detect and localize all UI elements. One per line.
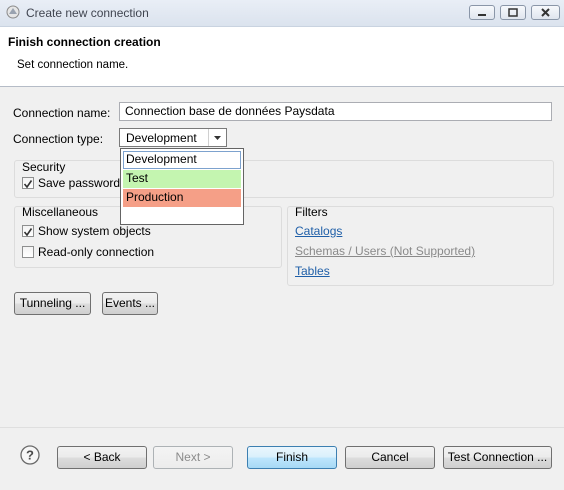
- security-title: Security: [22, 160, 66, 174]
- wizard-header: Finish connection creation Set connectio…: [0, 27, 564, 87]
- catalogs-link[interactable]: Catalogs: [295, 224, 342, 238]
- chevron-down-icon: [208, 129, 221, 146]
- close-button[interactable]: [531, 5, 560, 20]
- checkbox-icon: [22, 177, 34, 189]
- tunneling-button[interactable]: Tunneling ...: [14, 292, 91, 315]
- window-title: Create new connection: [26, 6, 149, 20]
- tables-link[interactable]: Tables: [295, 264, 330, 278]
- option-production[interactable]: Production: [123, 189, 241, 207]
- checkbox-icon: [22, 246, 34, 258]
- miscellaneous-title: Miscellaneous: [22, 205, 99, 219]
- read-only-label: Read-only connection: [38, 245, 155, 259]
- events-button[interactable]: Events ...: [102, 292, 158, 315]
- dialog-window: Create new connection Finish connection …: [0, 0, 564, 490]
- connection-type-value: Development: [126, 131, 197, 145]
- cancel-button[interactable]: Cancel: [345, 446, 435, 469]
- minimize-button[interactable]: [469, 5, 495, 20]
- connection-name-label: Connection name:: [13, 106, 111, 120]
- app-icon: [6, 5, 20, 19]
- finish-button[interactable]: Finish: [247, 446, 337, 469]
- test-connection-button[interactable]: Test Connection ...: [443, 446, 552, 469]
- option-test[interactable]: Test: [123, 170, 241, 188]
- show-system-objects-label: Show system objects: [38, 224, 151, 238]
- back-button[interactable]: < Back: [57, 446, 147, 469]
- minimize-icon: [478, 14, 486, 16]
- connection-name-input[interactable]: Connection base de données Paysdata: [119, 102, 552, 121]
- next-button[interactable]: Next >: [153, 446, 233, 469]
- title-bar: Create new connection: [0, 0, 564, 27]
- close-icon: [541, 8, 550, 17]
- wizard-footer: ? < Back Next > Finish Cancel Test Conne…: [0, 427, 564, 490]
- filters-group: Filters Catalogs Schemas / Users (Not Su…: [287, 205, 554, 286]
- connection-type-select[interactable]: Development: [119, 128, 227, 147]
- filters-title: Filters: [295, 205, 328, 219]
- svg-text:?: ?: [26, 448, 34, 463]
- header-subtitle: Set connection name.: [17, 59, 129, 71]
- schemas-users-link[interactable]: Schemas / Users (Not Supported): [295, 244, 475, 258]
- connection-type-dropdown: Development Test Production: [120, 148, 244, 225]
- header-title: Finish connection creation: [8, 35, 161, 49]
- checkbox-icon: [22, 225, 34, 237]
- wizard-content: Connection name: Connection base de donn…: [0, 87, 564, 427]
- connection-type-label: Connection type:: [13, 132, 104, 146]
- option-development[interactable]: Development: [123, 151, 241, 169]
- maximize-icon: [508, 8, 518, 17]
- maximize-button[interactable]: [500, 5, 526, 20]
- help-icon[interactable]: ?: [20, 445, 40, 465]
- save-password-label: Save password l: [38, 176, 127, 190]
- security-group: Security Save password l: [14, 160, 554, 198]
